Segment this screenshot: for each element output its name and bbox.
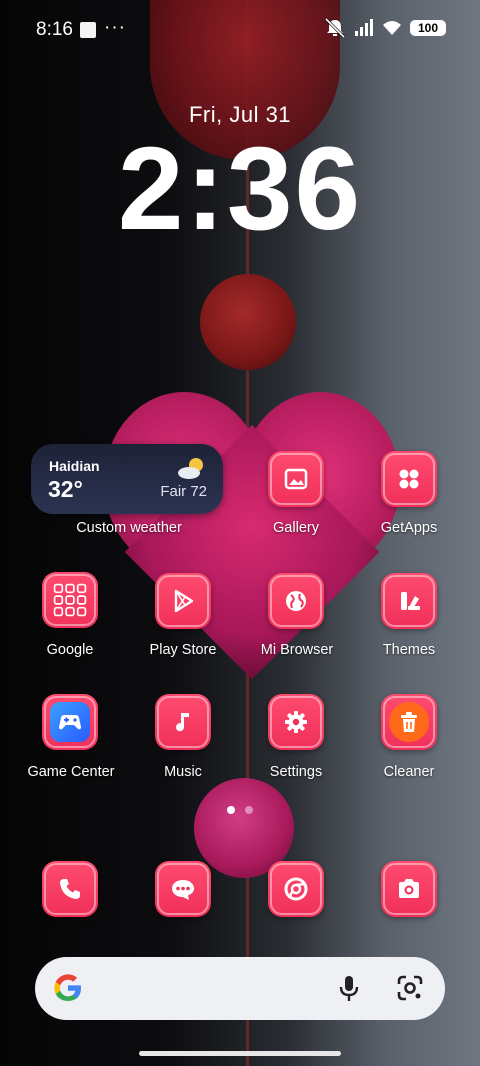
trash-icon [401, 712, 417, 732]
google-logo-icon [54, 974, 81, 1001]
play-store-app-icon[interactable] [155, 573, 211, 629]
music-app-icon[interactable] [155, 694, 211, 750]
music-label: Music [164, 764, 202, 780]
play-store-icon [174, 589, 194, 613]
camera-app-icon[interactable] [381, 861, 437, 917]
overflow-dots: ··· [104, 17, 126, 38]
weather-temperature: 32° [48, 476, 83, 502]
getapps-app-icon[interactable] [381, 451, 437, 507]
chrome-icon [284, 877, 308, 901]
google-lens-icon[interactable] [395, 973, 425, 1003]
google-folder-icon [53, 583, 87, 617]
game-center-app-icon[interactable] [42, 694, 98, 750]
cleaner-label: Cleaner [383, 764, 435, 780]
weather-city: Haidian [49, 458, 100, 474]
browser-globe-icon [286, 591, 306, 611]
gear-icon [285, 711, 307, 733]
mute-icon [324, 18, 346, 38]
weather-widget[interactable]: Haidian 32° Fair 72 [31, 444, 223, 514]
google-label: Google [46, 642, 94, 658]
google-folder[interactable] [42, 572, 98, 628]
gesture-handle[interactable] [139, 1051, 341, 1056]
page-dot[interactable] [245, 806, 253, 814]
messages-app-icon[interactable] [155, 861, 211, 917]
status-time: 8:16 [36, 19, 73, 40]
mi-browser-app-icon[interactable] [268, 573, 324, 629]
phone-icon [60, 879, 80, 899]
phone-app-icon[interactable] [42, 861, 98, 917]
battery-icon: 100 [410, 20, 446, 36]
getapps-label: GetApps [380, 520, 438, 536]
getapps-icon [399, 469, 419, 489]
weather-widget-label: Custom weather [76, 520, 182, 536]
game-center-label: Game Center [27, 764, 115, 780]
partly-cloudy-icon [178, 458, 203, 479]
game-controller-icon [59, 715, 81, 730]
mi-browser-label: Mi Browser [260, 642, 334, 658]
microphone-icon[interactable] [335, 973, 363, 1003]
page-dot-active[interactable] [227, 806, 235, 814]
gallery-label: Gallery [273, 520, 319, 536]
gallery-app-icon[interactable] [268, 451, 324, 507]
settings-label: Settings [269, 764, 323, 780]
wifi-icon [383, 21, 401, 35]
themes-app-icon[interactable] [381, 573, 437, 629]
weather-condition: Fair 72 [160, 483, 207, 500]
signal-icon [355, 19, 373, 36]
camera-icon [399, 879, 419, 898]
themes-icon [401, 592, 420, 610]
page-indicator [0, 806, 480, 814]
play-store-label: Play Store [149, 642, 217, 658]
gallery-icon [284, 468, 308, 490]
chrome-app-icon[interactable] [268, 861, 324, 917]
status-bar: 8:16 ··· 100 [0, 0, 480, 60]
cleaner-app-icon[interactable] [381, 694, 437, 750]
clock-time[interactable]: 2:36 [0, 127, 480, 252]
notification-square-icon [80, 22, 96, 38]
themes-label: Themes [382, 642, 436, 658]
google-search-bar[interactable] [35, 957, 445, 1020]
settings-app-icon[interactable] [268, 694, 324, 750]
music-note-icon [176, 713, 189, 732]
message-icon [172, 880, 194, 900]
